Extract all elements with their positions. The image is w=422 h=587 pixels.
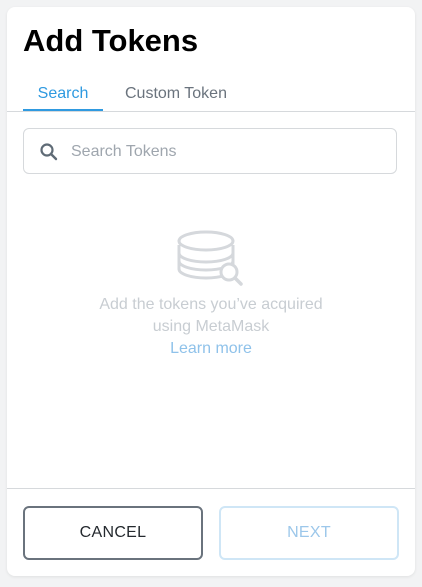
- coins-search-icon: [176, 227, 246, 287]
- active-tab-indicator: [23, 109, 103, 111]
- search-icon: [39, 142, 59, 162]
- search-field[interactable]: [23, 128, 397, 175]
- add-tokens-modal: Add Tokens Search Custom Token Add the t…: [7, 7, 415, 576]
- next-button[interactable]: NEXT: [219, 506, 399, 560]
- footer-divider: [7, 488, 415, 489]
- tab-search[interactable]: Search: [23, 85, 103, 111]
- cancel-button[interactable]: CANCEL: [23, 506, 203, 560]
- search-input[interactable]: [69, 129, 383, 175]
- empty-state-message: Add the tokens you’ve acquired using Met…: [99, 296, 323, 335]
- tab-bar: Search Custom Token: [7, 85, 415, 112]
- learn-more-link[interactable]: Learn more: [7, 339, 415, 359]
- page-title: Add Tokens: [23, 23, 199, 58]
- tab-custom-token[interactable]: Custom Token: [125, 85, 227, 111]
